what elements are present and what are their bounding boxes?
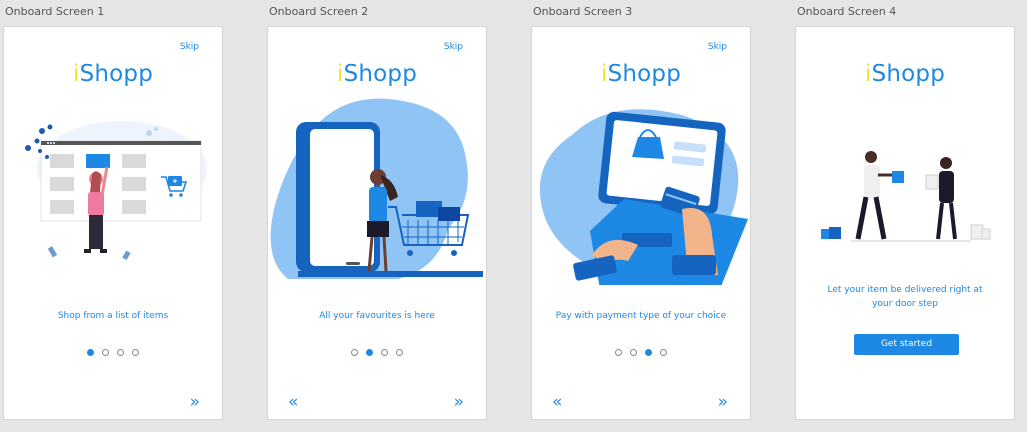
skip-link[interactable]: Skip — [444, 42, 463, 52]
double-chevron-left-icon[interactable]: « — [552, 394, 562, 411]
onboard-caption: Pay with payment type of your choice — [555, 311, 727, 321]
onboard-caption: Shop from a list of items — [57, 311, 169, 321]
skip-link[interactable]: Skip — [708, 42, 727, 52]
double-chevron-right-icon[interactable]: » — [454, 394, 464, 411]
page-dot-2[interactable] — [102, 349, 109, 356]
logo-i: i — [336, 61, 344, 87]
logo-shopp: Shopp — [79, 61, 154, 87]
frame-label-4: Onboard Screen 4 — [797, 5, 897, 18]
double-chevron-right-icon[interactable]: » — [190, 394, 200, 411]
onboard-screen-1: Skip iShopp Shop from a list of items » — [3, 26, 223, 420]
logo-shopp: Shopp — [343, 61, 418, 87]
onboard-caption: All your favourites is here — [319, 311, 435, 321]
page-dot-1[interactable] — [351, 349, 358, 356]
ishopp-logo: iShopp — [532, 61, 750, 87]
page-indicator — [4, 349, 222, 356]
logo-i: i — [864, 61, 872, 87]
logo-i: i — [600, 61, 608, 87]
delivery-handoff-illustration — [821, 151, 991, 242]
page-dot-4[interactable] — [660, 349, 667, 356]
onboard-screen-3: Skip iShopp Pay with payment type of you… — [531, 26, 751, 420]
frame-label-2: Onboard Screen 2 — [269, 5, 369, 18]
onboard-screen-4: iShopp Let your item be delivered right … — [795, 26, 1015, 420]
ishopp-logo: iShopp — [268, 61, 486, 87]
double-chevron-right-icon[interactable]: » — [718, 394, 728, 411]
page-dot-1[interactable] — [615, 349, 622, 356]
page-indicator — [532, 349, 750, 356]
skip-link[interactable]: Skip — [180, 42, 199, 52]
page-dot-3[interactable] — [381, 349, 388, 356]
onboard-caption-line-2: your door step — [872, 299, 938, 309]
onboard-screen-2: Skip iShopp All your favourites is here … — [267, 26, 487, 420]
page-dot-2[interactable] — [366, 349, 373, 356]
page-dot-2[interactable] — [630, 349, 637, 356]
shopping-catalog-illustration — [25, 121, 207, 260]
logo-shopp: Shopp — [871, 61, 946, 87]
frame-label-1: Onboard Screen 1 — [5, 5, 105, 18]
laptop-payment-illustration — [539, 109, 748, 285]
double-chevron-left-icon[interactable]: « — [288, 394, 298, 411]
page-dot-4[interactable] — [132, 349, 139, 356]
ishopp-logo: iShopp — [796, 61, 1014, 87]
phone-shopping-cart-illustration — [270, 98, 483, 279]
logo-shopp: Shopp — [607, 61, 682, 87]
page-dot-1[interactable] — [87, 349, 94, 356]
page-indicator — [268, 349, 486, 356]
logo-i: i — [72, 61, 80, 87]
ishopp-logo: iShopp — [4, 61, 222, 87]
page-dot-3[interactable] — [645, 349, 652, 356]
page-dot-4[interactable] — [396, 349, 403, 356]
get-started-button[interactable]: Get started — [854, 334, 959, 355]
page-dot-3[interactable] — [117, 349, 124, 356]
onboard-caption-line-1: Let your item be delivered right at — [827, 285, 983, 295]
frame-label-3: Onboard Screen 3 — [533, 5, 633, 18]
